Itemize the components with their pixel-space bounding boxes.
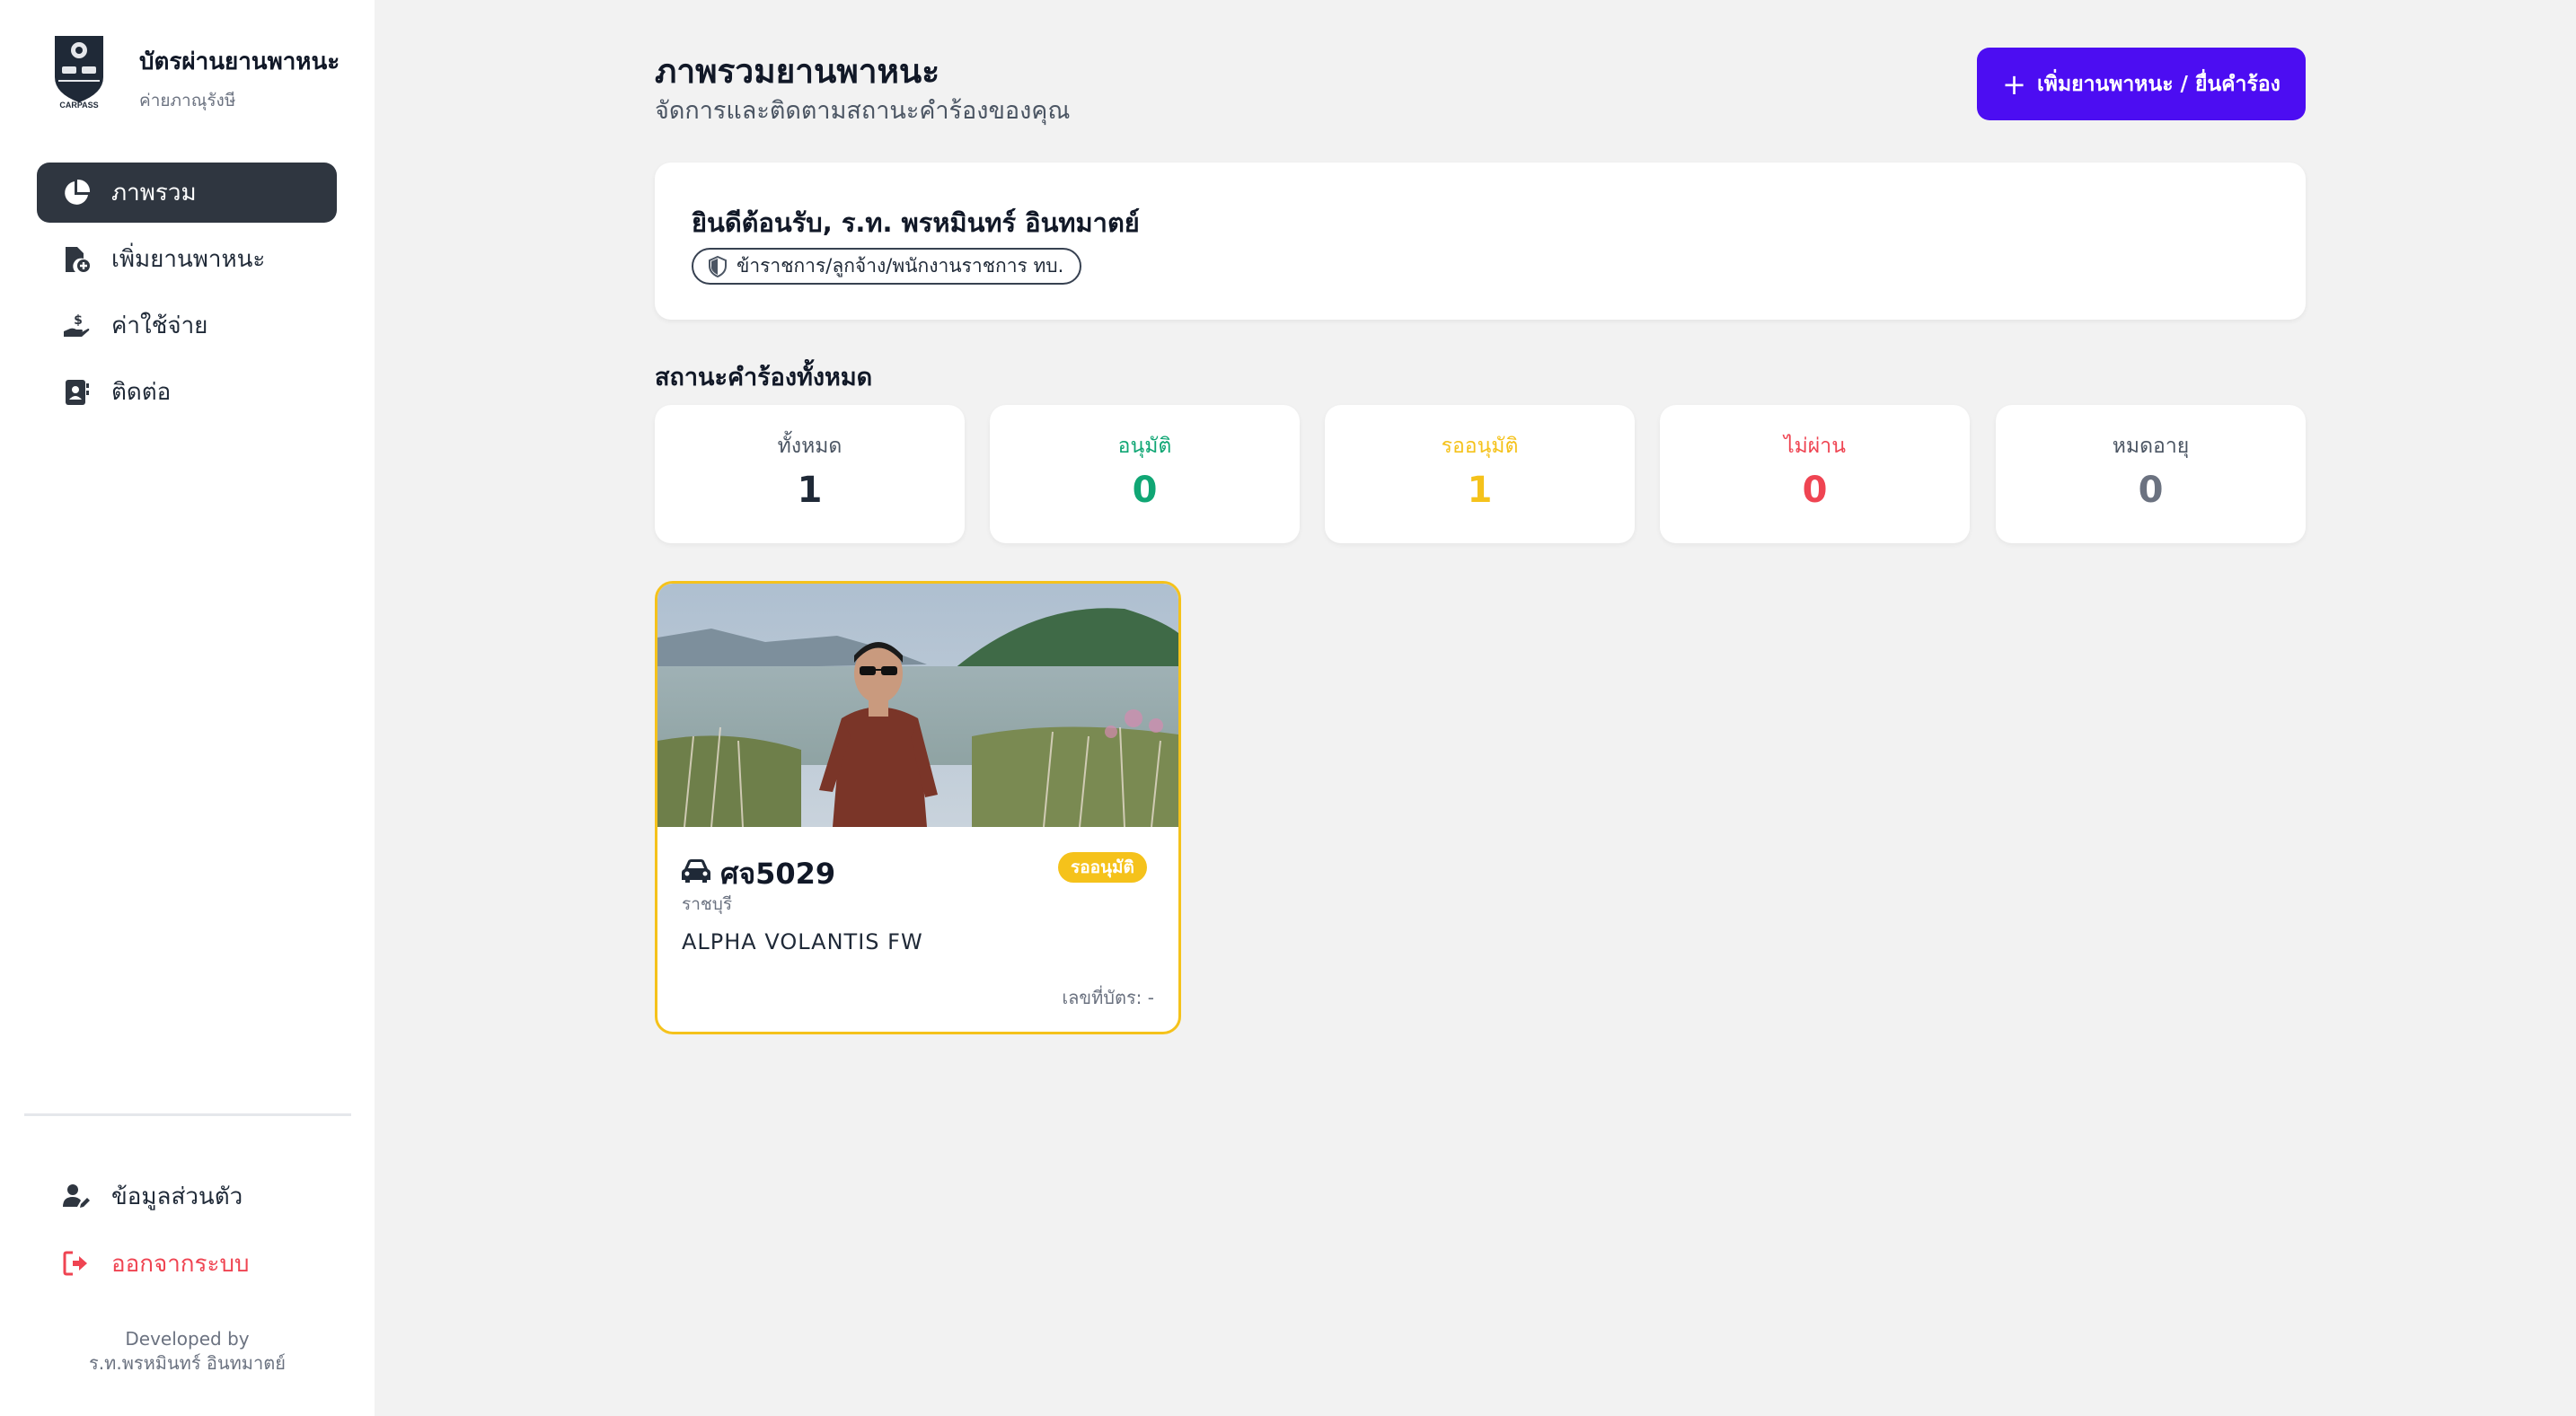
sidebar-item-overview[interactable]: ภาพรวม xyxy=(37,163,337,223)
logout-button[interactable]: ออกจากระบบ xyxy=(37,1232,337,1295)
credit-line: Developed by xyxy=(125,1328,250,1350)
status-stats: ทั้งหมด 1 อนุมัติ 0 รออนุมัติ 1 ไม่ผ่าน … xyxy=(655,405,2306,543)
vehicle-photo xyxy=(657,584,1178,827)
user-edit-icon xyxy=(61,1181,92,1211)
sidebar: CARPASS บัตรผ่านยานพาหนะ ค่ายภาณุรังษี ภ… xyxy=(0,0,375,1416)
card-number: เลขที่บัตร: - xyxy=(1062,987,1154,1008)
welcome-title: ยินดีต้อนรับ, ร.ท. พรหมินทร์ อินทมาตย์ xyxy=(692,207,1140,238)
sidebar-item-expenses[interactable]: $ ค่าใช้จ่าย xyxy=(37,295,337,356)
main-content: ภาพรวมยานพาหนะ จัดการและติดตามสถานะคำร้อ… xyxy=(655,0,2306,1416)
welcome-card: ยินดีต้อนรับ, ร.ท. พรหมินทร์ อินทมาตย์ ข… xyxy=(655,163,2306,320)
stat-pending[interactable]: รออนุมัติ 1 xyxy=(1325,405,1635,543)
brand-subtitle: ค่ายภาณุรังษี xyxy=(139,91,236,110)
stat-expired[interactable]: หมดอายุ 0 xyxy=(1996,405,2306,543)
stat-label: หมดอายุ xyxy=(2112,435,2190,458)
stat-label: รออนุมัติ xyxy=(1441,435,1519,458)
brand-title: บัตรผ่านยานพาหนะ xyxy=(139,48,340,75)
pie-chart-icon xyxy=(61,178,92,208)
sidebar-bottom-nav: ข้อมูลส่วนตัว ออกจากระบบ xyxy=(37,1165,337,1299)
stat-value: 0 xyxy=(2138,470,2164,511)
sidebar-item-add-vehicle[interactable]: เพิ่มยานพาหนะ xyxy=(37,229,337,289)
logout-icon xyxy=(61,1248,92,1279)
vehicle-plate: ศจ5029 xyxy=(720,857,836,891)
vehicle-province: ราชบุรี xyxy=(682,894,733,914)
status-badge: รออนุมัติ xyxy=(1058,852,1147,883)
stat-label: ไม่ผ่าน xyxy=(1784,435,1846,458)
sidebar-item-label: ติดต่อ xyxy=(111,379,172,406)
stat-value: 1 xyxy=(797,470,823,511)
role-label: ข้าราชการ/ลูกจ้าง/พนักงานราชการ ทบ. xyxy=(737,255,1064,277)
sidebar-item-label: ข้อมูลส่วนตัว xyxy=(111,1183,243,1210)
brand[interactable]: CARPASS บัตรผ่านยานพาหนะ ค่ายภาณุรังษี xyxy=(49,31,340,114)
svg-text:CARPASS: CARPASS xyxy=(59,101,98,110)
vehicle-model: ALPHA VOLANTIS FW xyxy=(682,929,923,954)
car-icon xyxy=(682,859,710,883)
sidebar-nav: ภาพรวม เพิ่มยานพาหนะ $ ค่าใช้จ่าย ติดต่อ xyxy=(37,163,337,428)
sidebar-item-label: เพิ่มยานพาหนะ xyxy=(111,246,266,273)
sidebar-item-label: ภาพรวม xyxy=(111,180,197,207)
stat-label: อนุมัติ xyxy=(1117,435,1172,458)
stat-label: ทั้งหมด xyxy=(777,435,842,458)
sidebar-item-profile[interactable]: ข้อมูลส่วนตัว xyxy=(37,1165,337,1227)
file-add-icon xyxy=(61,244,92,275)
stat-rejected[interactable]: ไม่ผ่าน 0 xyxy=(1660,405,1970,543)
hand-dollar-icon: $ xyxy=(61,311,92,341)
add-vehicle-button[interactable]: + เพิ่มยานพาหนะ / ยื่นคำร้อง xyxy=(1977,48,2306,120)
sidebar-item-label: ออกจากระบบ xyxy=(111,1250,250,1278)
shield-icon xyxy=(709,255,727,277)
stat-value: 1 xyxy=(1467,470,1493,511)
contact-book-icon xyxy=(61,377,92,408)
stat-value: 0 xyxy=(1802,470,1828,511)
stat-value: 0 xyxy=(1132,470,1158,511)
developer-credit: Developed by ร.ท.พรหมินทร์ อินทมาตย์ xyxy=(0,1327,375,1376)
credit-author: ร.ท.พรหมินทร์ อินทมาตย์ xyxy=(89,1352,286,1374)
sidebar-item-contact[interactable]: ติดต่อ xyxy=(37,362,337,422)
stat-approved[interactable]: อนุมัติ 0 xyxy=(990,405,1300,543)
stat-total[interactable]: ทั้งหมด 1 xyxy=(655,405,965,543)
vehicle-card[interactable]: ศจ5029 ราชบุรี รออนุมัติ ALPHA VOLANTIS … xyxy=(655,581,1181,1034)
sidebar-divider xyxy=(24,1113,351,1116)
page-subtitle: จัดการและติดตามสถานะคำร้องของคุณ xyxy=(655,97,1071,125)
role-badge: ข้าราชการ/ลูกจ้าง/พนักงานราชการ ทบ. xyxy=(692,248,1082,285)
svg-text:$: $ xyxy=(74,313,83,328)
sidebar-item-label: ค่าใช้จ่าย xyxy=(111,312,208,339)
status-section-title: สถานะคำร้องทั้งหมด xyxy=(655,364,873,391)
carpass-logo: CARPASS xyxy=(55,36,103,110)
add-vehicle-label: เพิ่มยานพาหนะ / ยื่นคำร้อง xyxy=(2036,72,2280,96)
plus-icon: + xyxy=(2002,66,2026,101)
